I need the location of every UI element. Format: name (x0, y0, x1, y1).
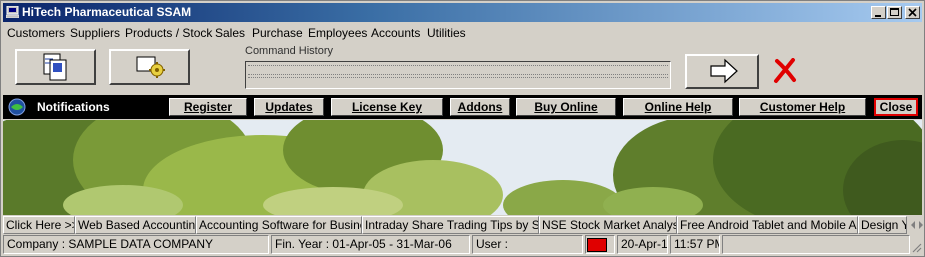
status-empty-panel (722, 235, 910, 254)
command-history-field[interactable] (245, 61, 671, 89)
maximize-icon (890, 8, 899, 16)
command-history-line (248, 77, 668, 86)
menu-utilities[interactable]: Utilities (427, 26, 466, 40)
close-icon (908, 8, 917, 17)
command-history-label: Command History (245, 45, 334, 57)
close-window-button[interactable] (905, 6, 920, 19)
resize-grip-icon[interactable] (910, 241, 922, 253)
link-click-here[interactable]: Click Here >> (3, 216, 75, 234)
go-button[interactable] (685, 54, 759, 89)
arrow-right-icon (710, 58, 738, 84)
link-accounting-software[interactable]: Accounting Software for Business (196, 216, 362, 234)
link-share-trading-tips[interactable]: Intraday Share Trading Tips by SMS (362, 216, 539, 234)
online-help-button[interactable]: Online Help (623, 98, 733, 116)
gear-icon (136, 56, 165, 78)
status-time: 11:57 PM (670, 235, 720, 254)
menu-sales[interactable]: Sales (215, 26, 245, 40)
menu-purchase[interactable]: Purchase (252, 26, 303, 40)
notifications-title: Notifications (37, 100, 110, 114)
link-design[interactable]: Design Y (858, 216, 907, 234)
computer-icon (6, 6, 19, 18)
links-bar: Click Here >> Web Based Accounting Accou… (3, 216, 907, 234)
minimize-button[interactable] (871, 6, 886, 19)
app-window: HiTech Pharmaceutical SSAM Customers Sup… (0, 0, 925, 257)
minimize-icon (875, 15, 881, 17)
window-title: HiTech Pharmaceutical SSAM (22, 5, 192, 19)
customer-help-button[interactable]: Customer Help (739, 98, 866, 116)
scroll-right-icon[interactable] (917, 217, 925, 233)
maximize-button[interactable] (887, 6, 902, 19)
settings-toolbar-button[interactable] (109, 49, 190, 85)
status-date: 20-Apr-15 (617, 235, 668, 254)
updates-button[interactable]: Updates (254, 98, 324, 116)
link-web-based-accounting[interactable]: Web Based Accounting (75, 216, 196, 234)
link-android-apps[interactable]: Free Android Tablet and Mobile Apps (677, 216, 858, 234)
register-button[interactable]: Register (169, 98, 247, 116)
documents-icon (43, 53, 67, 81)
cancel-x-icon[interactable] (773, 58, 797, 84)
scroll-left-icon[interactable] (909, 217, 917, 233)
menu-accounts[interactable]: Accounts (371, 26, 420, 40)
menu-suppliers[interactable]: Suppliers (70, 26, 120, 40)
license-key-button[interactable]: License Key (331, 98, 443, 116)
title-bar[interactable]: HiTech Pharmaceutical SSAM (3, 3, 922, 22)
trees-image (3, 120, 922, 215)
menu-products-stock[interactable]: Products / Stock (125, 26, 212, 40)
status-company: Company : SAMPLE DATA COMPANY (3, 235, 269, 254)
documents-toolbar-button[interactable] (15, 49, 96, 85)
connection-status-indicator (587, 238, 607, 252)
notifications-close-button[interactable]: Close (874, 98, 918, 116)
menu-employees[interactable]: Employees (308, 26, 367, 40)
addons-button[interactable]: Addons (450, 98, 510, 116)
link-stock-market-analysis[interactable]: NSE Stock Market Analysis (539, 216, 677, 234)
banner-photo (3, 120, 922, 215)
status-fin-year: Fin. Year : 01-Apr-05 - 31-Mar-06 (271, 235, 470, 254)
command-history-line (248, 65, 668, 75)
globe-icon (8, 98, 26, 116)
buy-online-button[interactable]: Buy Online (516, 98, 616, 116)
notifications-bar: Notifications Register Updates License K… (3, 95, 922, 119)
status-bar: Company : SAMPLE DATA COMPANY Fin. Year … (3, 235, 922, 255)
menu-customers[interactable]: Customers (7, 26, 65, 40)
status-user: User : (472, 235, 583, 254)
